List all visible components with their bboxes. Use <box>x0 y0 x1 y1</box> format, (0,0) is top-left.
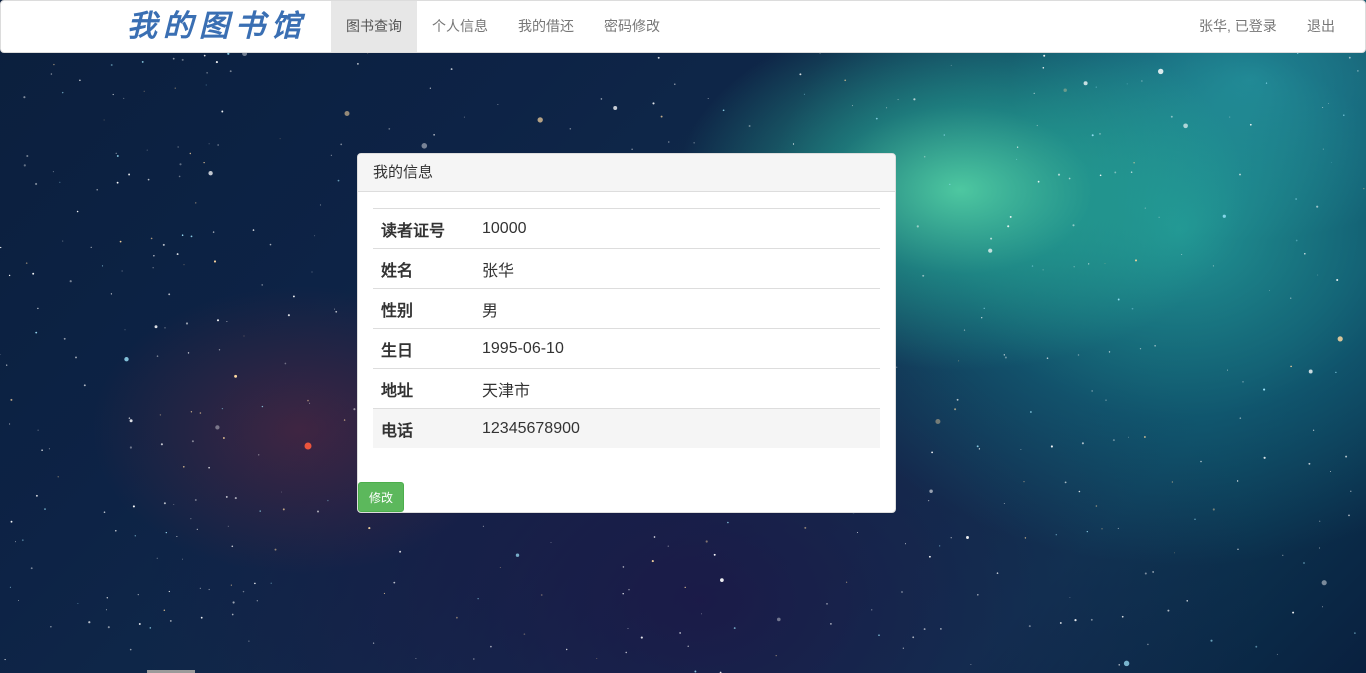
field-value: 男 <box>474 288 880 329</box>
field-label: 性别 <box>373 288 474 329</box>
table-row: 性别 男 <box>373 288 880 329</box>
table-row: 生日 1995-06-10 <box>373 328 880 369</box>
user-status: 张华, 已登录 <box>1199 18 1277 34</box>
table-row: 读者证号 10000 <box>373 208 880 249</box>
nav-personal-info[interactable]: 个人信息 <box>417 1 503 52</box>
field-label: 地址 <box>373 368 474 409</box>
table-row: 地址 天津市 <box>373 368 880 409</box>
panel-title: 我的信息 <box>358 154 895 192</box>
field-value: 10000 <box>474 208 880 249</box>
field-value: 张华 <box>474 248 880 289</box>
edit-button[interactable]: 修改 <box>358 482 405 512</box>
field-value: 天津市 <box>474 368 880 409</box>
field-label: 生日 <box>373 328 474 369</box>
nav-password-change[interactable]: 密码修改 <box>589 1 675 52</box>
my-info-panel: 我的信息 读者证号 10000 姓名 张华 性别 男 生日 1995-06-10… <box>357 153 896 513</box>
top-navbar: 我的图书馆 图书查询 个人信息 我的借还 密码修改 张华, 已登录 退出 <box>0 0 1366 53</box>
field-value: 12345678900 <box>474 408 880 448</box>
field-label: 姓名 <box>373 248 474 289</box>
table-row: 姓名 张华 <box>373 248 880 289</box>
logout-link[interactable]: 退出 <box>1292 1 1350 52</box>
brand-logo[interactable]: 我的图书馆 <box>127 7 307 47</box>
field-value: 1995-06-10 <box>474 328 880 369</box>
nav-my-borrowing[interactable]: 我的借还 <box>503 1 589 52</box>
field-label: 读者证号 <box>373 208 474 249</box>
nav-book-search[interactable]: 图书查询 <box>331 1 417 52</box>
field-label: 电话 <box>373 408 474 448</box>
info-table: 读者证号 10000 姓名 张华 性别 男 生日 1995-06-10 地址 天… <box>373 208 880 448</box>
table-row: 电话 12345678900 <box>373 408 880 448</box>
